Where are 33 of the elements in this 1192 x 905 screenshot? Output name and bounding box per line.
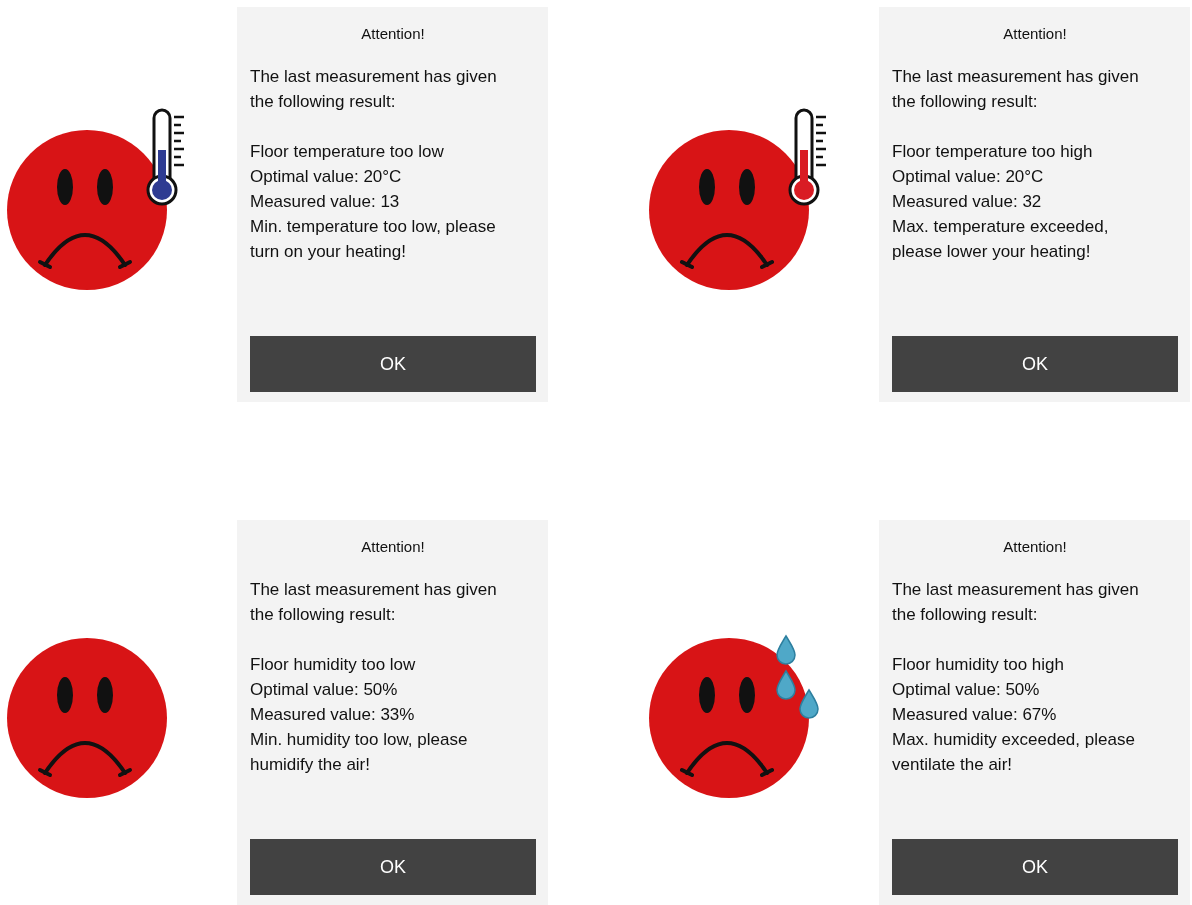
dialog-title: Attention! (1002, 538, 1068, 555)
sad-face-icon (649, 129, 809, 290)
result-text: Floor temperature too high (892, 141, 1094, 163)
ok-button[interactable]: OK (892, 839, 1178, 895)
result-text: Max. humidity exceeded, please ventilate the air! (892, 729, 1136, 776)
sad-face-icon (649, 637, 809, 798)
dialog-title: Attention! (360, 538, 426, 555)
result-text: Optimal value: 20°C (250, 166, 403, 188)
dialog-message: The last measurement has given the following result: (892, 579, 1140, 626)
ok-button[interactable]: OK (892, 336, 1178, 392)
dialog-title: Attention! (1002, 25, 1068, 42)
sad-face-icon (7, 129, 167, 290)
result-text: Floor temperature too low (250, 141, 445, 163)
result-text: Floor humidity too high (892, 654, 1065, 676)
sad-face-icon (7, 637, 167, 798)
dialog-title: Attention! (360, 25, 426, 42)
result-text: Min. temperature too low, please turn on your heating! (250, 216, 497, 263)
ok-button[interactable]: OK (250, 336, 536, 392)
result-text: Optimal value: 50% (250, 679, 399, 701)
result-text: Optimal value: 50% (892, 679, 1041, 701)
result-text: Measured value: 67% (892, 704, 1058, 726)
result-text: Measured value: 32 (892, 191, 1043, 213)
result-text: Optimal value: 20°C (892, 166, 1045, 188)
ok-button[interactable]: OK (250, 839, 536, 895)
result-text: Measured value: 13 (250, 191, 401, 213)
result-text: Floor humidity too low (250, 654, 417, 676)
water-drops-icon (776, 634, 819, 719)
result-text: Measured value: 33% (250, 704, 416, 726)
dialog-message: The last measurement has given the following result: (250, 66, 498, 113)
result-text: Min. humidity too low, please humidify the air! (250, 729, 469, 776)
dialog-message: The last measurement has given the following result: (892, 66, 1140, 113)
dialog-message: The last measurement has given the following result: (250, 579, 498, 626)
result-text: Max. temperature exceeded, please lower your heating! (892, 216, 1110, 263)
